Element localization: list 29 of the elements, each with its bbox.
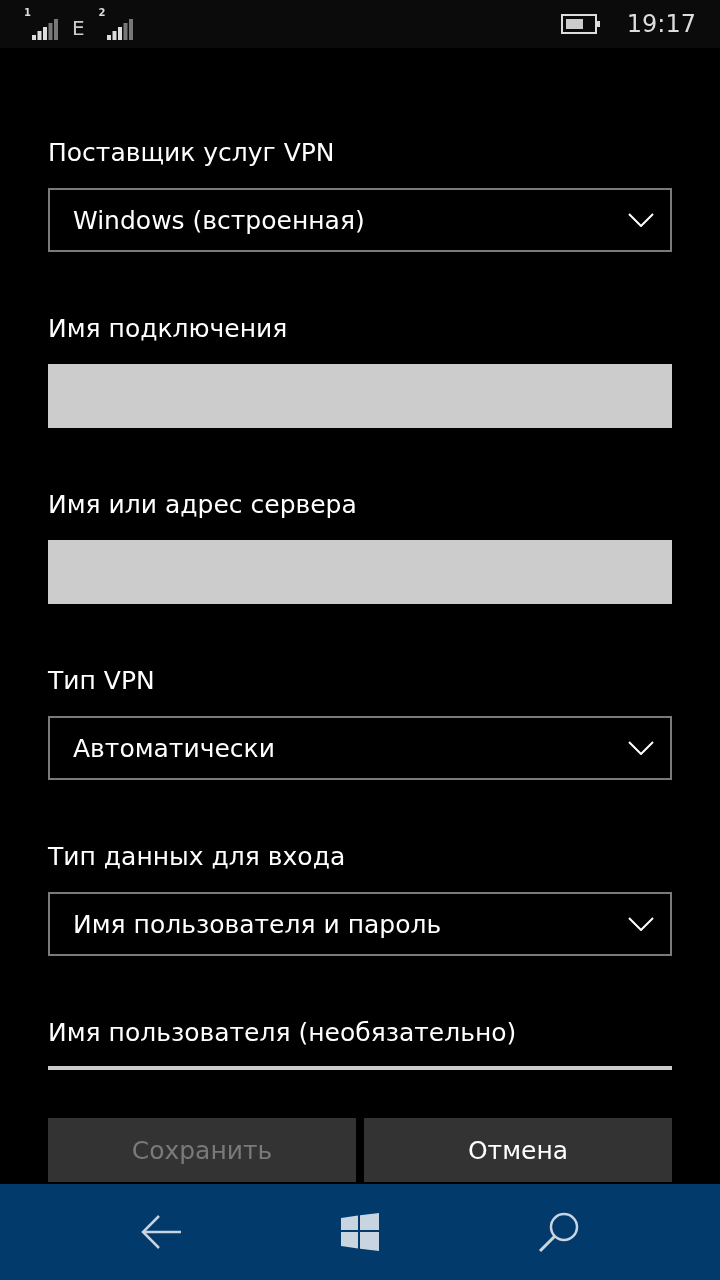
field-label: Поставщик услуг VPN [48, 137, 336, 169]
input-field[interactable] [48, 364, 672, 428]
field-label: Тип данных для входа [48, 841, 347, 873]
field-label: Имя пользователя (необязательно) [48, 1017, 518, 1049]
chevron-down-icon [628, 213, 654, 227]
search-icon [538, 1211, 581, 1253]
dropdown[interactable]: Имя пользователя и пароль [48, 892, 672, 956]
input-field[interactable] [48, 540, 672, 604]
battery-icon [560, 14, 601, 34]
clock-time: 19:17 [626, 10, 696, 38]
action-button[interactable]: Отмена [364, 1118, 672, 1182]
start-button[interactable] [341, 1213, 379, 1251]
back-arrow-icon [139, 1214, 182, 1250]
dropdown[interactable]: Windows (встроенная) [48, 188, 672, 252]
input-field[interactable] [48, 1066, 672, 1070]
search-button[interactable] [538, 1211, 581, 1253]
network-type: E [71, 16, 85, 40]
signal-icon [106, 18, 133, 40]
field-label: Имя или адрес сервера [48, 489, 358, 521]
sim-number: 1 [24, 8, 31, 18]
signal-icon [31, 18, 58, 40]
dropdown[interactable]: Автоматически [48, 716, 672, 780]
field-label: Имя подключения [48, 313, 289, 345]
field-label: Тип VPN [48, 665, 156, 697]
windows-logo-icon [341, 1213, 379, 1251]
chevron-down-icon [628, 741, 654, 755]
chevron-down-icon [628, 917, 654, 931]
sim-number: 2 [98, 8, 106, 18]
back-button[interactable] [139, 1214, 182, 1250]
